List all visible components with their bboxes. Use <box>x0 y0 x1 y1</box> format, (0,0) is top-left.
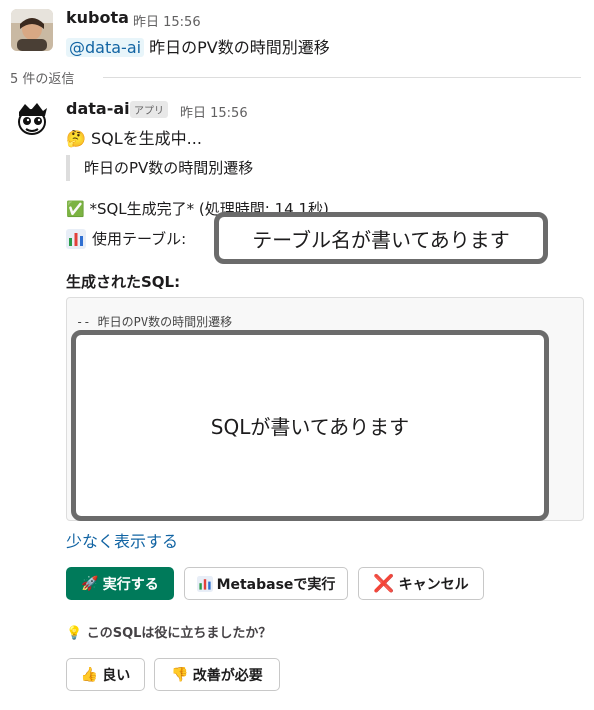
thumbs-down-icon: 👎 <box>171 666 189 683</box>
sql-heading: 生成されたSQL: <box>66 273 181 291</box>
thumbs-up-icon: 👍 <box>80 666 99 683</box>
avatar-kubota[interactable] <box>11 9 53 51</box>
reply-divider <box>103 77 581 78</box>
needs-improvement-button-label: 改善が必要 <box>192 667 263 684</box>
check-mark-icon: ✅ <box>66 200 85 218</box>
thinking-face-icon: 🤔 <box>66 129 86 148</box>
feedback-question-line: 💡 このSQLは役に立ちましたか？ <box>66 622 271 641</box>
reply-timestamp[interactable]: 昨日 15:56 <box>180 102 248 121</box>
app-badge: アプリ <box>130 101 168 118</box>
avatar-data-ai[interactable] <box>11 98 53 140</box>
mention-data-ai[interactable]: @data-ai <box>66 38 145 57</box>
needs-improvement-button[interactable]: 👎 改善が必要 <box>154 658 280 691</box>
bar-chart-icon <box>66 228 86 249</box>
reply-username[interactable]: data-ai <box>66 99 130 118</box>
quote-block: 昨日のPV数の時間別遷移 <box>66 155 253 181</box>
metabase-button-label: Metabaseで実行 <box>216 576 336 593</box>
parent-timestamp[interactable]: 昨日 15:56 <box>133 11 201 30</box>
sql-overlay: SQLが書いてあります <box>71 330 549 521</box>
cancel-button-label: キャンセル <box>398 576 469 593</box>
sql-overlay-text: SQLが書いてあります <box>210 415 410 439</box>
table-name-overlay: テーブル名が書いてあります <box>214 212 548 264</box>
thinking-text: SQLを生成中... <box>91 129 202 148</box>
cancel-button[interactable]: ❌ キャンセル <box>358 567 484 600</box>
bar-chart-icon <box>196 575 213 592</box>
table-label: 使用テーブル: <box>92 230 187 248</box>
reply-count: 5 件の返信 <box>10 72 75 87</box>
light-bulb-icon: 💡 <box>66 626 83 641</box>
feedback-question: このSQLは役に立ちましたか？ <box>86 626 272 641</box>
quote-text: 昨日のPV数の時間別遷移 <box>84 159 254 177</box>
metabase-button[interactable]: Metabaseで実行 <box>184 567 348 600</box>
good-button[interactable]: 👍 良い <box>66 658 145 691</box>
thinking-line: 🤔 SQLを生成中... <box>66 125 202 149</box>
parent-message: @data-ai 昨日のPV数の時間別遷移 <box>66 34 330 58</box>
good-button-label: 良い <box>102 667 131 684</box>
table-name-overlay-text: テーブル名が書いてあります <box>252 227 510 252</box>
show-less-link[interactable]: 少なく表示する <box>66 528 178 552</box>
rocket-icon: 🚀 <box>81 575 99 592</box>
run-button[interactable]: 🚀 実行する <box>66 567 174 600</box>
parent-username[interactable]: kubota <box>66 8 129 27</box>
sql-comment: -- 昨日のPV数の時間別遷移 <box>76 315 233 329</box>
run-button-label: 実行する <box>102 576 159 593</box>
cross-mark-icon: ❌ <box>373 573 395 594</box>
parent-message-text: 昨日のPV数の時間別遷移 <box>149 38 330 57</box>
table-line: 使用テーブル: <box>66 228 186 249</box>
